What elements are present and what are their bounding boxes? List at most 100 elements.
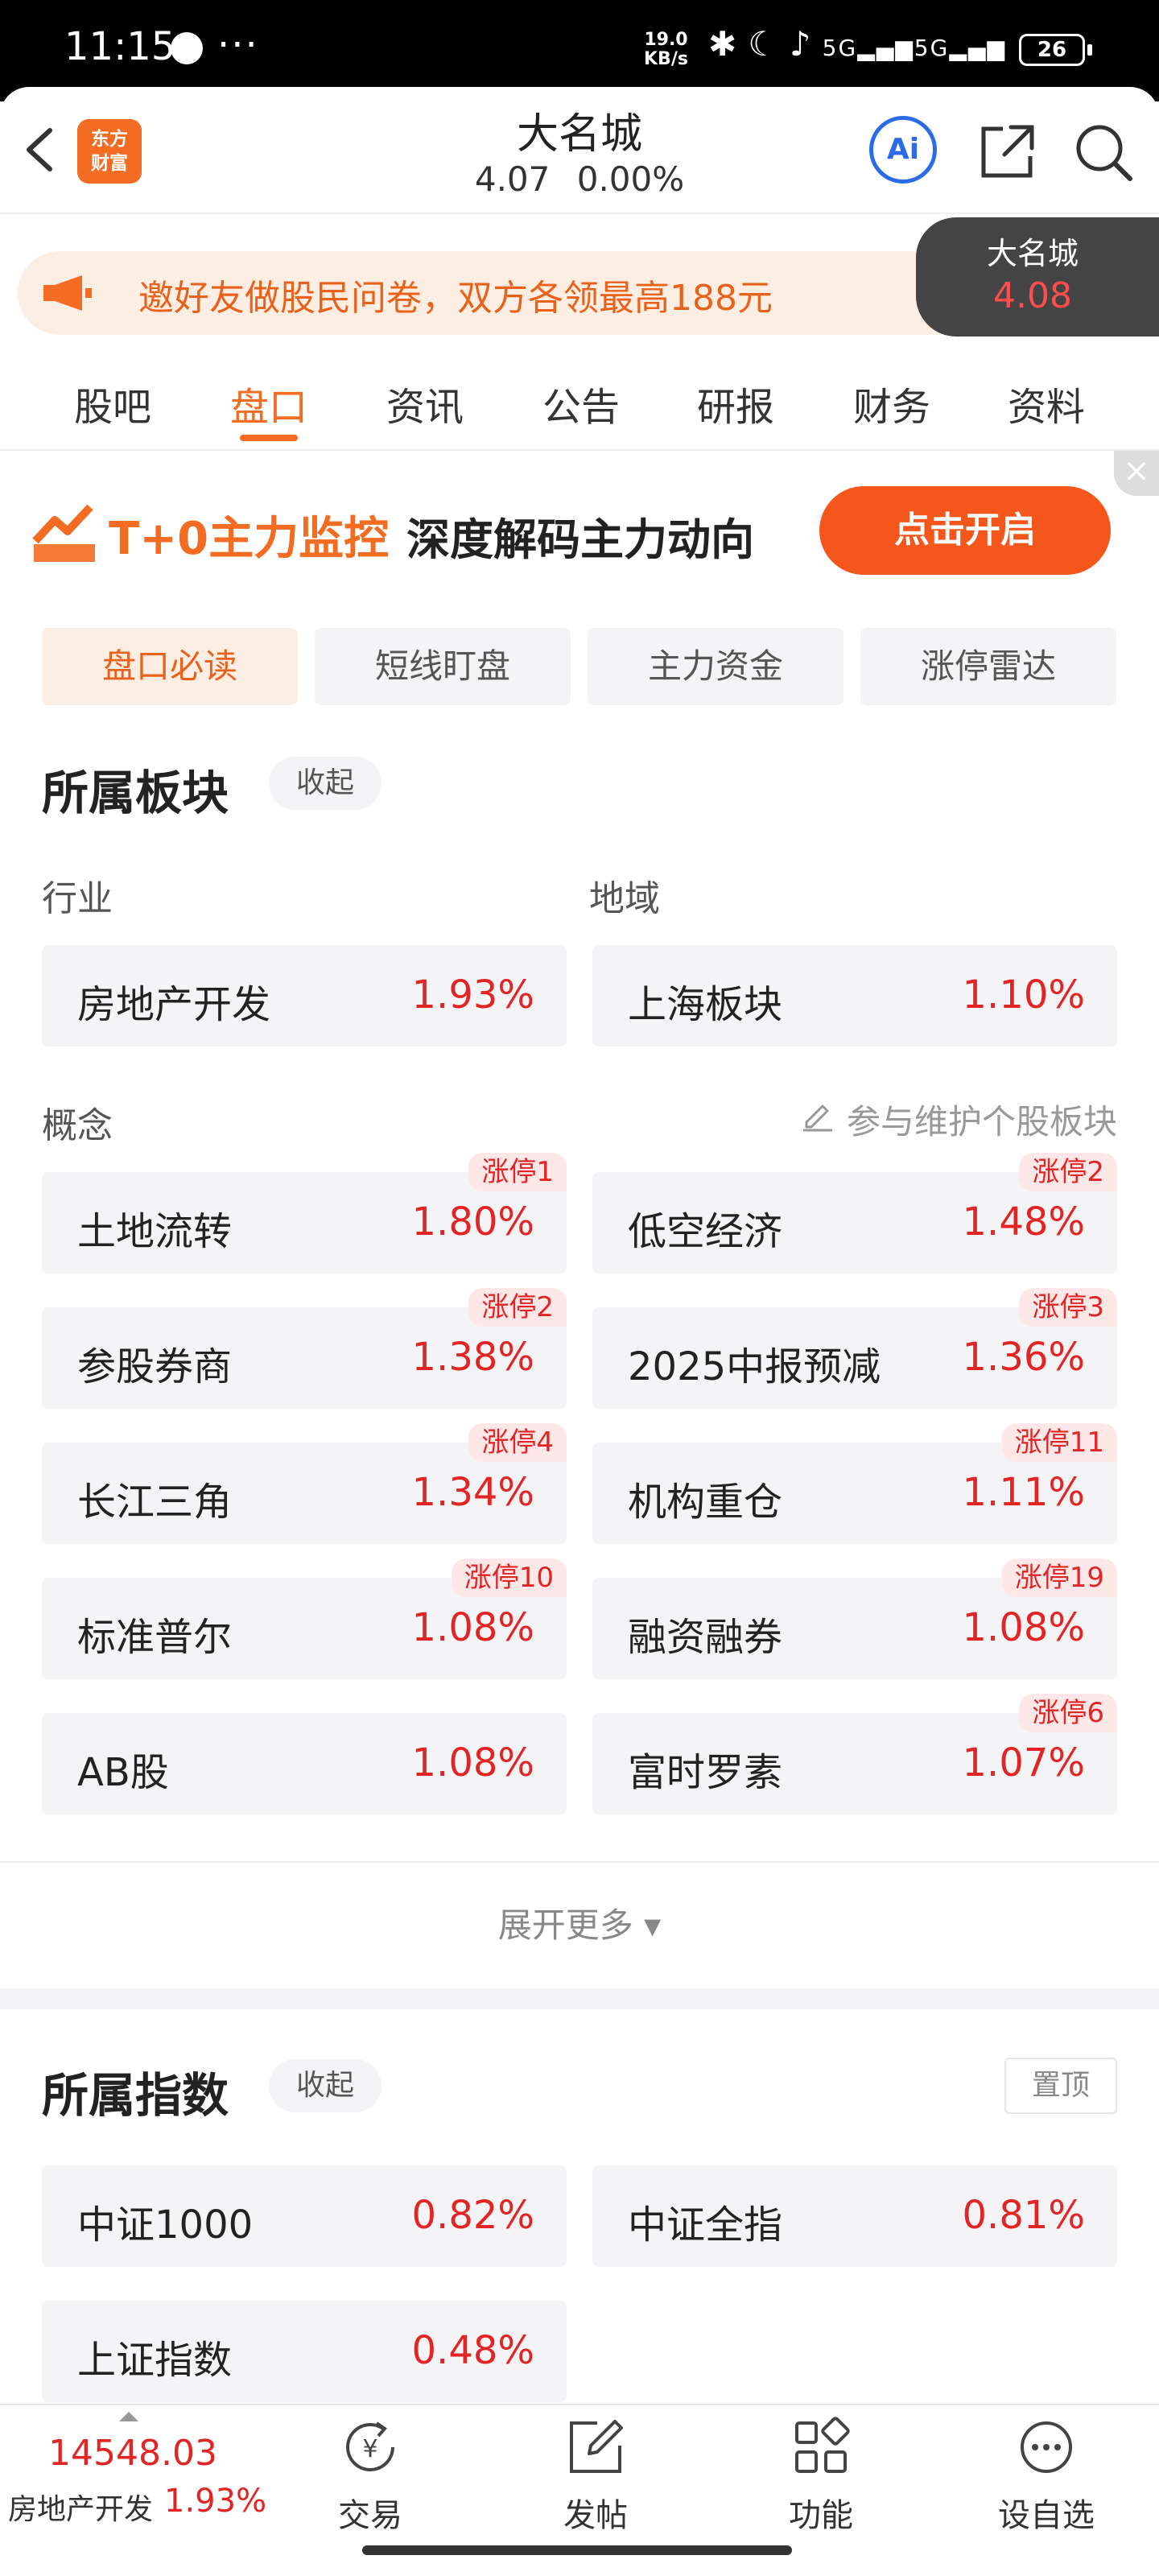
industry-label: 行业 — [42, 878, 113, 919]
section-gap — [0, 1988, 1159, 2009]
concept-item[interactable]: 涨停2 参股券商 1.38% — [42, 1288, 567, 1409]
tab-guba[interactable]: 股吧 — [48, 375, 177, 431]
index-item[interactable]: 中证1000 0.82% — [42, 2165, 567, 2267]
notification-app-icon — [171, 32, 203, 64]
post-label: 发帖 — [563, 2497, 628, 2534]
floating-quote-price: 4.08 — [993, 275, 1072, 316]
concept-item[interactable]: AB股 1.08% — [42, 1713, 567, 1814]
limit-up-badge: 涨停11 — [1001, 1423, 1117, 1462]
sector-index-pct[interactable]: 1.93% — [164, 2483, 266, 2520]
edit-icon[interactable] — [800, 1096, 835, 1132]
tab-pankou[interactable]: 盘口 — [204, 375, 333, 431]
add-watchlist-label: 设自选 — [998, 2497, 1095, 2534]
tab-finance[interactable]: 财务 — [827, 375, 956, 431]
industry-item[interactable]: 房地产开发 1.93% — [42, 945, 567, 1046]
floating-quote-name: 大名城 — [986, 236, 1079, 271]
limit-up-badge: 涨停3 — [1019, 1288, 1117, 1327]
stock-quote: 4.07 0.00% — [402, 159, 757, 199]
sector-collapse-button[interactable]: 收起 — [269, 757, 382, 810]
concept-pct: 1.38% — [411, 1335, 534, 1380]
concept-name: AB股 — [77, 1750, 169, 1795]
stock-header: 东方 财富 大名城 4.07 0.00% Ai — [0, 87, 1159, 214]
expand-caret-icon[interactable] — [119, 2412, 138, 2421]
maintain-sectors-link[interactable]: 参与维护个股板块 — [847, 1095, 1117, 1144]
tab-profile[interactable]: 资料 — [982, 375, 1111, 431]
back-arrow-icon — [27, 128, 52, 171]
back-button[interactable] — [21, 126, 61, 174]
concept-item[interactable]: 涨停19 融资融券 1.08% — [592, 1558, 1117, 1679]
sector-pct: 1.93% — [411, 972, 534, 1018]
close-ad-button[interactable]: × — [1114, 451, 1159, 496]
stock-name: 大名城 — [516, 110, 642, 159]
compose-icon — [570, 2420, 623, 2473]
index-name: 中证全指 — [628, 2202, 783, 2248]
ad-cta-button[interactable]: 点击开启 — [819, 486, 1111, 575]
floating-quote[interactable]: 大名城 4.08 — [916, 217, 1159, 336]
limit-up-badge: 涨停10 — [451, 1558, 567, 1597]
add-watchlist-button[interactable]: 设自选 — [982, 2417, 1111, 2536]
pin-top-button[interactable]: 置顶 — [1004, 2058, 1117, 2114]
index-item[interactable]: 中证全指 0.81% — [592, 2165, 1117, 2267]
concept-pct: 1.07% — [962, 1740, 1085, 1785]
trade-label: 交易 — [338, 2497, 402, 2534]
index-title: 所属指数 — [42, 2068, 229, 2123]
sector-index-value[interactable]: 14548.03 — [48, 2433, 217, 2474]
limit-up-badge: 涨停6 — [1019, 1694, 1117, 1732]
stock-change: 0.00% — [576, 159, 685, 199]
section-divider — [0, 1861, 1159, 1863]
tab-research[interactable]: 研报 — [671, 375, 800, 431]
trade-button[interactable]: ¥ 交易 — [306, 2417, 435, 2536]
concept-item[interactable]: 涨停1 土地流转 1.80% — [42, 1153, 567, 1274]
home-indicator[interactable] — [362, 2545, 792, 2555]
concept-item[interactable]: 涨停6 富时罗素 1.07% — [592, 1694, 1117, 1814]
speed-unit: KB/s — [644, 49, 688, 69]
concept-pct: 1.80% — [411, 1199, 534, 1245]
limit-up-badge: 涨停19 — [1001, 1558, 1117, 1597]
region-item[interactable]: 上海板块 1.10% — [592, 945, 1117, 1046]
monitor-ad[interactable]: × T+0主力监控 深度解码主力动向 点击开启 — [0, 451, 1159, 604]
concept-name: 低空经济 — [628, 1209, 783, 1254]
post-button[interactable]: 发帖 — [531, 2417, 660, 2536]
concept-item[interactable]: 涨停4 长江三角 1.34% — [42, 1423, 567, 1544]
system-icons: ✱☾♪5G▂▄▆5G▂▄▆ — [708, 24, 1006, 64]
more-notifications-icon: ··· — [217, 23, 259, 68]
search-icon[interactable] — [1070, 119, 1135, 184]
functions-button[interactable]: 功能 — [757, 2417, 885, 2536]
expand-more-button[interactable]: 展开更多 ▾ — [0, 1898, 1159, 1947]
sector-pct: 1.10% — [962, 972, 1085, 1018]
ad-title: 深度解码主力动向 — [406, 514, 754, 565]
concept-item[interactable]: 涨停2 低空经济 1.48% — [592, 1153, 1117, 1274]
concept-name: 标准普尔 — [77, 1615, 233, 1660]
signal-icon: 5G▂▄▆ — [822, 35, 914, 61]
index-item[interactable]: 上证指数 0.48% — [42, 2301, 567, 2402]
logo-text-1: 东方 — [91, 129, 128, 150]
functions-label: 功能 — [789, 2497, 853, 2534]
logo-text-2: 财富 — [91, 153, 128, 174]
index-collapse-button[interactable]: 收起 — [269, 2059, 382, 2112]
status-time: 11:15 — [64, 24, 176, 69]
concept-pct: 1.08% — [962, 1605, 1085, 1650]
concept-item[interactable]: 涨停10 标准普尔 1.08% — [42, 1558, 567, 1679]
tab-announcements[interactable]: 公告 — [517, 375, 645, 431]
concept-item[interactable]: 涨停3 2025中报预减 1.36% — [592, 1288, 1117, 1409]
index-pct: 0.81% — [962, 2193, 1085, 2238]
subtab-short-term[interactable]: 短线盯盘 — [315, 628, 571, 705]
concept-pct: 1.11% — [962, 1470, 1085, 1515]
sector-index-name[interactable]: 房地产开发 — [8, 2486, 153, 2528]
concept-name: 融资融券 — [628, 1615, 783, 1660]
concept-name: 富时罗素 — [628, 1750, 783, 1795]
signal-2-icon: 5G▂▄▆ — [914, 35, 1006, 61]
sector-name: 上海板块 — [628, 982, 783, 1027]
trend-chart-icon — [32, 504, 95, 562]
subtab-limit-up-radar[interactable]: 涨停雷达 — [860, 628, 1116, 705]
concept-pct: 1.08% — [411, 1605, 534, 1650]
share-icon[interactable] — [975, 119, 1040, 184]
tab-news[interactable]: 资讯 — [361, 375, 489, 431]
subtab-must-read[interactable]: 盘口必读 — [42, 628, 298, 705]
subtab-main-funds[interactable]: 主力资金 — [588, 628, 843, 705]
ai-button[interactable]: Ai — [869, 116, 937, 184]
index-name: 上证指数 — [77, 2338, 233, 2383]
concept-item[interactable]: 涨停11 机构重仓 1.11% — [592, 1423, 1117, 1544]
limit-up-badge: 涨停4 — [468, 1423, 567, 1462]
index-pct: 0.82% — [411, 2193, 534, 2238]
